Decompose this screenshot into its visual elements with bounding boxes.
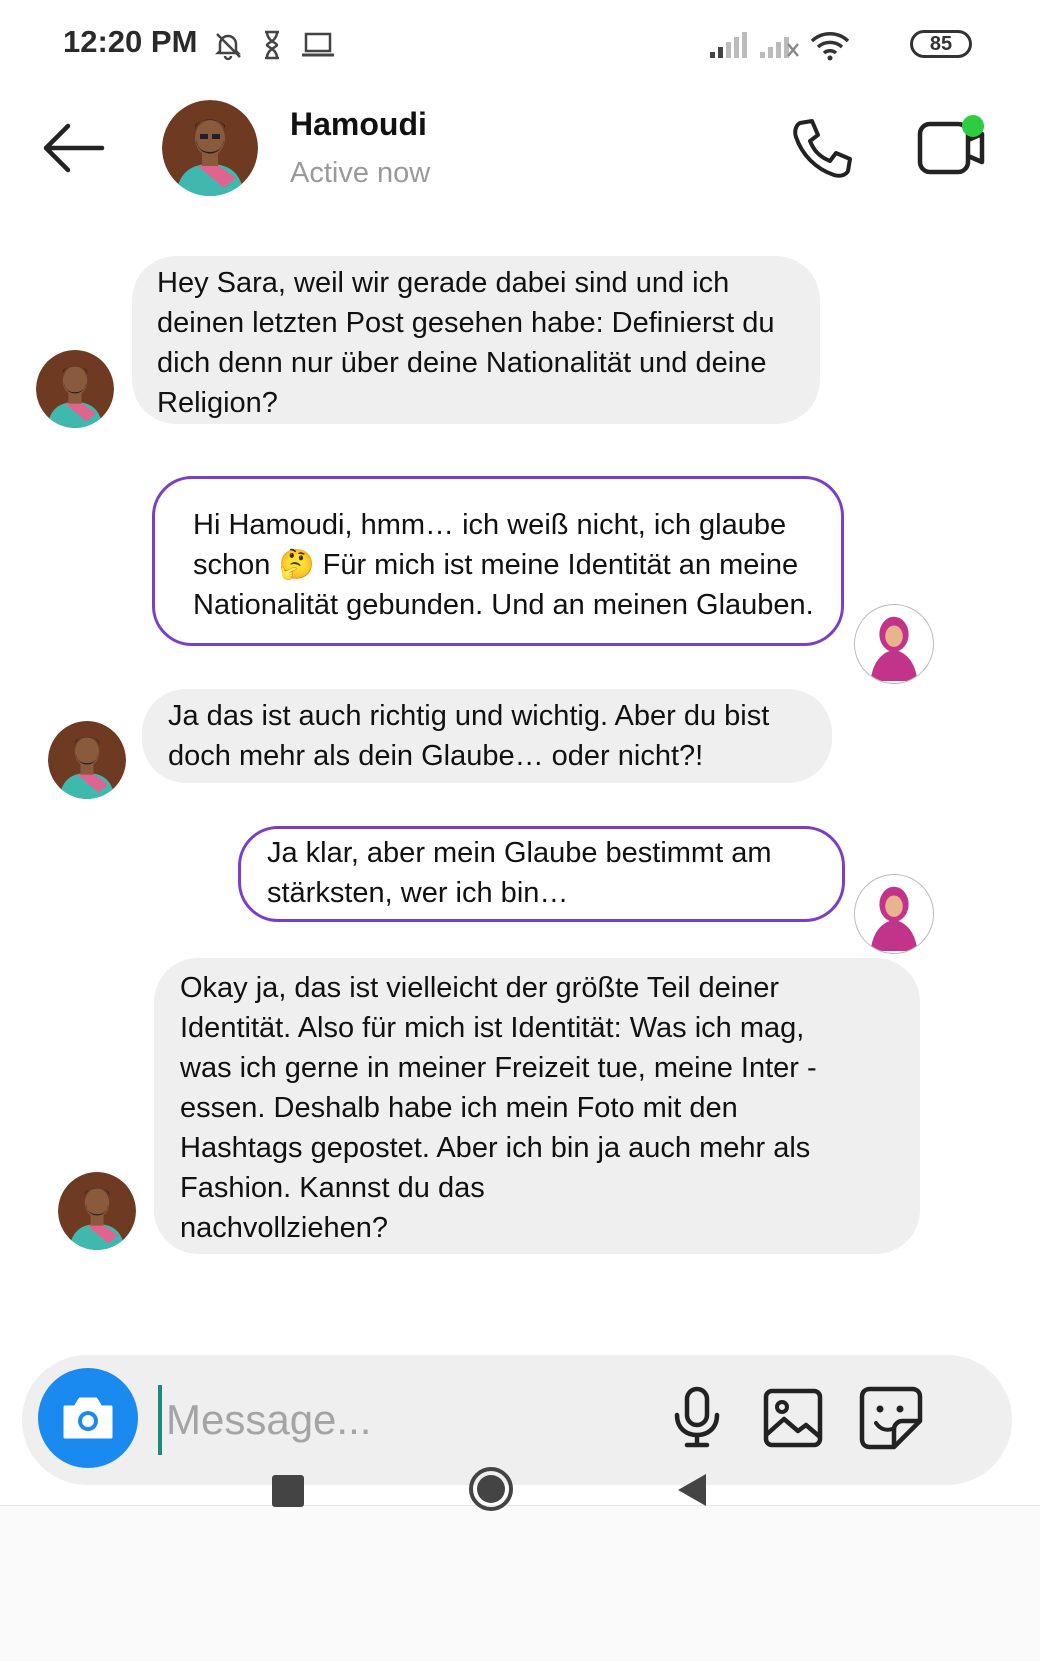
wifi-icon [808, 28, 852, 62]
sticker-button[interactable] [856, 1383, 926, 1453]
sender-avatar[interactable] [36, 350, 114, 428]
recent-apps-button[interactable] [272, 1475, 304, 1507]
microphone-button[interactable] [662, 1383, 732, 1453]
camera-icon [63, 1397, 113, 1439]
battery-level: 85 [929, 32, 953, 55]
back-button[interactable] [38, 118, 108, 178]
back-nav-button[interactable] [676, 1472, 710, 1508]
message-input[interactable] [158, 1385, 678, 1455]
notifications-muted-icon [212, 28, 244, 62]
gallery-button[interactable] [758, 1383, 828, 1453]
camera-button[interactable] [38, 1368, 138, 1468]
video-call-button[interactable] [914, 112, 988, 182]
hourglass-icon [262, 28, 282, 62]
message-bubble-outgoing[interactable]: Ja klar, aber mein Glaube bestimmt am st… [238, 826, 845, 922]
system-navigation-bar [0, 1505, 1040, 1661]
home-button[interactable] [468, 1466, 514, 1512]
signal-no-service-icon [758, 28, 800, 62]
contact-name[interactable]: Hamoudi [290, 106, 427, 143]
man-avatar-icon [58, 1172, 136, 1250]
man-avatar-icon [48, 721, 126, 799]
arrow-left-icon [43, 123, 105, 173]
message-bubble-incoming[interactable]: Ja das ist auch richtig und wichtig. Abe… [142, 689, 832, 783]
man-avatar-icon [162, 100, 258, 196]
microphone-icon [674, 1386, 720, 1448]
battery-indicator: 85 [910, 30, 972, 58]
video-camera-icon [917, 115, 985, 175]
own-avatar[interactable] [854, 604, 934, 684]
message-bubble-incoming[interactable]: Hey Sara, weil wir gerade dabei sind und… [132, 256, 820, 424]
triangle-back-icon [678, 1474, 706, 1506]
sticker-icon [859, 1386, 923, 1450]
sender-avatar[interactable] [48, 721, 126, 799]
contact-status: Active now [290, 157, 431, 189]
status-time: 12:20 PM [63, 24, 198, 59]
own-avatar[interactable] [854, 874, 934, 954]
sender-avatar[interactable] [58, 1172, 136, 1250]
image-icon [763, 1388, 823, 1448]
message-bubble-incoming[interactable]: Okay ja, das ist vielleicht der größte T… [154, 958, 920, 1254]
woman-hijab-avatar-icon [870, 886, 918, 952]
voice-call-button[interactable] [790, 115, 856, 181]
message-bubble-outgoing[interactable]: Hi Hamoudi, hmm… ich weiß nicht, ich gla… [152, 476, 844, 646]
laptop-icon [300, 28, 336, 62]
phone-icon [793, 119, 852, 178]
man-avatar-icon [36, 350, 114, 428]
contact-avatar[interactable] [162, 100, 258, 196]
woman-hijab-avatar-icon [870, 616, 918, 682]
signal-icon [708, 28, 750, 62]
home-circle-icon [469, 1467, 513, 1511]
